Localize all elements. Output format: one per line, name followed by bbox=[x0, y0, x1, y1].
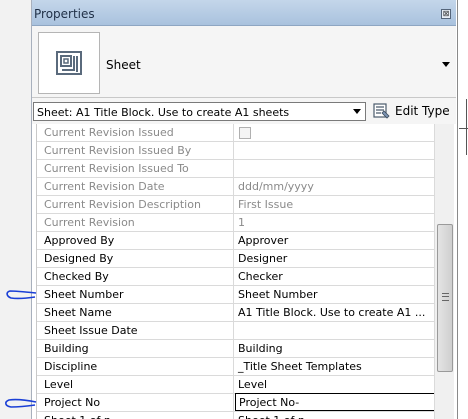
property-name: Approved By bbox=[37, 232, 234, 249]
property-name: Sheet Name bbox=[37, 304, 234, 321]
panel-title: Properties bbox=[34, 7, 95, 21]
property-name: Sheet 1 of n bbox=[37, 412, 234, 419]
property-row[interactable]: Approved By Approver bbox=[37, 232, 434, 250]
sheet-icon bbox=[56, 51, 82, 75]
property-value[interactable] bbox=[235, 322, 434, 339]
panel-edge bbox=[457, 0, 458, 419]
property-value[interactable]: Building bbox=[235, 340, 434, 357]
grip-icon bbox=[442, 293, 449, 301]
property-name: Current Revision Date bbox=[37, 178, 234, 195]
canvas-line bbox=[466, 99, 467, 155]
property-row[interactable]: Current Revision Issued bbox=[37, 124, 434, 142]
property-value[interactable]: Designer bbox=[235, 250, 434, 267]
property-name: Checked By bbox=[37, 268, 234, 285]
property-name: Current Revision Description bbox=[37, 196, 234, 213]
chevron-down-icon[interactable] bbox=[353, 109, 361, 114]
property-value[interactable]: _Title Sheet Templates bbox=[235, 358, 434, 375]
property-row[interactable]: Checked By Checker bbox=[37, 268, 434, 286]
property-name: Sheet Number bbox=[37, 286, 234, 303]
instance-filter-row: Sheet: A1 Title Block. Use to create A1 … bbox=[32, 98, 456, 124]
chevron-down-icon[interactable] bbox=[442, 62, 450, 67]
instance-select[interactable]: Sheet: A1 Title Block. Use to create A1 … bbox=[33, 102, 366, 121]
property-value[interactable]: Level bbox=[235, 376, 434, 393]
property-value[interactable]: A1 Title Block. Use to create A1 ... bbox=[235, 304, 434, 321]
property-row[interactable]: Building Building bbox=[37, 340, 434, 358]
type-selector[interactable]: Sheet bbox=[32, 26, 456, 98]
property-name: Discipline bbox=[37, 358, 234, 375]
property-row[interactable]: Project No Project No- bbox=[37, 393, 434, 412]
property-value[interactable]: Approver bbox=[235, 232, 434, 249]
property-name: Building bbox=[37, 340, 234, 357]
property-name: Current Revision Issued By bbox=[37, 142, 234, 159]
property-name: Current Revision Issued bbox=[37, 124, 234, 141]
property-name: Sheet Issue Date bbox=[37, 322, 234, 339]
scrollbar-thumb[interactable] bbox=[437, 224, 453, 372]
property-row[interactable]: Current Revision Date ddd/mm/yyyy bbox=[37, 178, 434, 196]
property-name: Designed By bbox=[37, 250, 234, 267]
property-name: Current Revision Issued To bbox=[37, 160, 234, 177]
edit-type-label: Edit Type bbox=[395, 104, 450, 118]
property-checkbox-cell bbox=[235, 124, 434, 141]
property-value: 1 bbox=[238, 216, 245, 229]
revision-issued-checkbox bbox=[239, 127, 251, 139]
property-row[interactable]: Sheet 1 of nSheet 1 of n bbox=[37, 412, 434, 419]
annotation-arrow-icon bbox=[5, 398, 37, 408]
property-row[interactable]: Discipline _Title Sheet Templates bbox=[37, 358, 434, 376]
property-row[interactable]: Current Revision Issued By bbox=[37, 142, 434, 160]
close-icon[interactable]: ⊠ bbox=[441, 9, 451, 19]
properties-title-bar[interactable]: Properties ⊠ bbox=[32, 0, 456, 26]
type-name: Sheet bbox=[106, 58, 141, 72]
property-row[interactable]: Sheet Name A1 Title Block. Use to create … bbox=[37, 304, 434, 322]
edit-type-button[interactable]: Edit Type bbox=[373, 102, 453, 120]
property-value: First Issue bbox=[238, 198, 294, 211]
property-row[interactable]: Designed By Designer bbox=[37, 250, 434, 268]
scrollbar[interactable] bbox=[434, 124, 454, 419]
property-row[interactable]: Current Revision Description First Issue bbox=[37, 196, 434, 214]
property-row[interactable]: Sheet Issue Date bbox=[37, 322, 434, 340]
property-value[interactable]: Project No- bbox=[235, 393, 434, 411]
properties-grid: Current Revision Issued Current Revision … bbox=[36, 124, 434, 419]
property-value bbox=[235, 160, 434, 177]
property-row[interactable]: Current Revision Issued To bbox=[37, 160, 434, 178]
left-frame bbox=[0, 0, 32, 419]
property-name: Level bbox=[37, 376, 234, 393]
property-value bbox=[235, 142, 434, 159]
property-row[interactable]: Sheet Number Sheet Number bbox=[37, 286, 434, 304]
property-row[interactable]: Current Revision 1 bbox=[37, 214, 434, 232]
annotation-arrow-icon bbox=[6, 290, 37, 300]
property-value[interactable]: Sheet Number bbox=[235, 286, 434, 303]
instance-select-value: Sheet: A1 Title Block. Use to create A1 … bbox=[37, 106, 290, 119]
property-name: Current Revision bbox=[37, 214, 234, 231]
property-value[interactable]: Checker bbox=[235, 268, 434, 285]
edit-type-icon bbox=[373, 103, 390, 119]
property-value: ddd/mm/yyyy bbox=[238, 180, 314, 193]
property-value[interactable]: Sheet 1 of n bbox=[235, 412, 434, 419]
property-row[interactable]: Level Level bbox=[37, 376, 434, 394]
type-thumbnail bbox=[38, 32, 100, 94]
property-name: Project No bbox=[37, 394, 234, 411]
